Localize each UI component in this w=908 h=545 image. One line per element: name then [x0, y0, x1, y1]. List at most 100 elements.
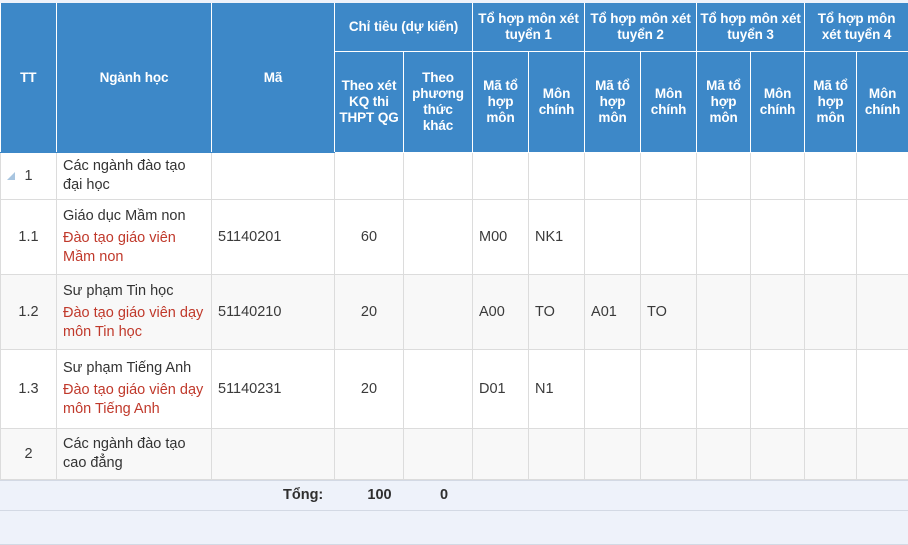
g2-code-cell [585, 350, 641, 429]
collapse-triangle-icon[interactable] [7, 172, 15, 180]
program-name: Các ngành đào tạo cao đẳng [63, 435, 205, 473]
quota-thpt-cell: 20 [335, 275, 404, 350]
g3-main-subject-cell [751, 350, 805, 429]
header-group-to-hop-4: Tổ hợp môn xét tuyển 4 [805, 3, 908, 52]
g2-main-subject-cell [641, 200, 697, 275]
program-code-cell [212, 153, 335, 200]
g4-code-cell [805, 275, 857, 350]
table-row[interactable]: 1.2 Sư phạm Tin học Đào tạo giáo viên dạ… [1, 275, 908, 350]
row-number: 1.3 [18, 381, 38, 397]
header-tt: TT [1, 3, 57, 153]
g4-code-cell [805, 200, 857, 275]
program-name: Sư phạm Tiếng Anh [63, 359, 205, 378]
quota-thpt-cell: 60 [335, 200, 404, 275]
footer-spacer [0, 511, 908, 545]
g2-code-cell: A01 [585, 275, 641, 350]
program-name-cell: Các ngành đào tạo cao đẳng [57, 429, 212, 480]
g2-code-cell [585, 429, 641, 480]
program-name: Các ngành đào tạo đại học [63, 157, 205, 195]
header-g4-mon-chinh: Môn chính [857, 52, 908, 153]
header-g2-ma-to-hop: Mã tổ hợp môn [585, 52, 641, 153]
program-code-cell: 51140231 [212, 350, 335, 429]
program-name-cell: Giáo dục Mầm non Đào tạo giáo viên Mầm n… [57, 200, 212, 275]
g4-code-cell [805, 153, 857, 200]
header-chi-tieu-khac: Theo phương thức khác [404, 52, 473, 153]
totals-label: Tổng: [283, 487, 323, 503]
table-row[interactable]: 1.1 Giáo dục Mầm non Đào tạo giáo viên M… [1, 200, 908, 275]
g1-main-subject-cell: NK1 [529, 200, 585, 275]
quota-other-cell [404, 275, 473, 350]
g3-main-subject-cell [751, 429, 805, 480]
g2-main-subject-cell: TO [641, 275, 697, 350]
header-g1-mon-chinh: Môn chính [529, 52, 585, 153]
admissions-table-container: TT Ngành học Mã Chỉ tiêu (dự kiến) Tổ hợ… [0, 0, 908, 500]
row-number: 1.1 [18, 229, 38, 245]
header-group-to-hop-2: Tổ hợp môn xét tuyển 2 [585, 3, 697, 52]
row-number-cell[interactable]: 1 [1, 153, 57, 200]
quota-other-cell [404, 200, 473, 275]
g2-main-subject-cell [641, 429, 697, 480]
quota-thpt-cell [335, 429, 404, 480]
table-header: TT Ngành học Mã Chỉ tiêu (dự kiến) Tổ hợ… [1, 3, 908, 153]
totals-row: Tổng: 100 0 [0, 480, 908, 511]
quota-thpt-cell: 20 [335, 350, 404, 429]
g2-code-cell [585, 200, 641, 275]
g1-code-cell: A00 [473, 275, 529, 350]
row-number: 1 [24, 168, 32, 184]
g3-code-cell [697, 153, 751, 200]
g2-code-cell [585, 153, 641, 200]
header-group-chi-tieu: Chỉ tiêu (dự kiến) [335, 3, 473, 52]
program-name-cell: Sư phạm Tiếng Anh Đào tạo giáo viên dạy … [57, 350, 212, 429]
g4-main-subject-cell [857, 350, 908, 429]
g3-code-cell [697, 200, 751, 275]
program-code-cell: 51140201 [212, 200, 335, 275]
header-g3-ma-to-hop: Mã tổ hợp môn [697, 52, 751, 153]
quota-other-cell [404, 350, 473, 429]
g1-code-cell: M00 [473, 200, 529, 275]
row-number: 2 [24, 446, 32, 462]
header-ma: Mã [212, 3, 335, 153]
g3-code-cell [697, 429, 751, 480]
row-number-cell[interactable]: 1.3 [1, 350, 57, 429]
g1-main-subject-cell: N1 [529, 350, 585, 429]
program-code-cell [212, 429, 335, 480]
g2-main-subject-cell [641, 350, 697, 429]
row-number: 1.2 [18, 304, 38, 320]
g1-code-cell [473, 429, 529, 480]
header-g3-mon-chinh: Môn chính [751, 52, 805, 153]
program-subtitle: Đào tạo giáo viên dạy môn Tiếng Anh [63, 381, 205, 419]
totals-quota-other: 0 [424, 487, 464, 503]
header-g2-mon-chinh: Môn chính [641, 52, 697, 153]
quota-other-cell [404, 153, 473, 200]
row-number-cell[interactable]: 1.2 [1, 275, 57, 350]
table-row[interactable]: 1.3 Sư phạm Tiếng Anh Đào tạo giáo viên … [1, 350, 908, 429]
quota-other-cell [404, 429, 473, 480]
g3-main-subject-cell [751, 275, 805, 350]
g4-code-cell [805, 350, 857, 429]
program-subtitle: Đào tạo giáo viên dạy môn Tin học [63, 304, 205, 342]
program-code-cell: 51140210 [212, 275, 335, 350]
g4-code-cell [805, 429, 857, 480]
program-name: Sư phạm Tin học [63, 282, 205, 301]
g2-main-subject-cell [641, 153, 697, 200]
header-group-to-hop-3: Tổ hợp môn xét tuyển 3 [697, 3, 805, 52]
header-group-to-hop-1: Tổ hợp môn xét tuyển 1 [473, 3, 585, 52]
table-body: 1 Các ngành đào tạo đại học [1, 153, 908, 480]
g3-main-subject-cell [751, 153, 805, 200]
g1-code-cell [473, 153, 529, 200]
table-row[interactable]: 1 Các ngành đào tạo đại học [1, 153, 908, 200]
header-chi-tieu-thpt: Theo xét KQ thi THPT QG [335, 52, 404, 153]
program-name: Giáo dục Mầm non [63, 207, 205, 226]
g1-code-cell: D01 [473, 350, 529, 429]
g4-main-subject-cell [857, 275, 908, 350]
totals-quota-thpt: 100 [357, 487, 402, 503]
row-number-cell[interactable]: 1.1 [1, 200, 57, 275]
g1-main-subject-cell: TO [529, 275, 585, 350]
g4-main-subject-cell [857, 200, 908, 275]
g3-code-cell [697, 350, 751, 429]
g1-main-subject-cell [529, 153, 585, 200]
row-number-cell[interactable]: 2 [1, 429, 57, 480]
g4-main-subject-cell [857, 153, 908, 200]
table-row[interactable]: 2 Các ngành đào tạo cao đẳng [1, 429, 908, 480]
g3-main-subject-cell [751, 200, 805, 275]
